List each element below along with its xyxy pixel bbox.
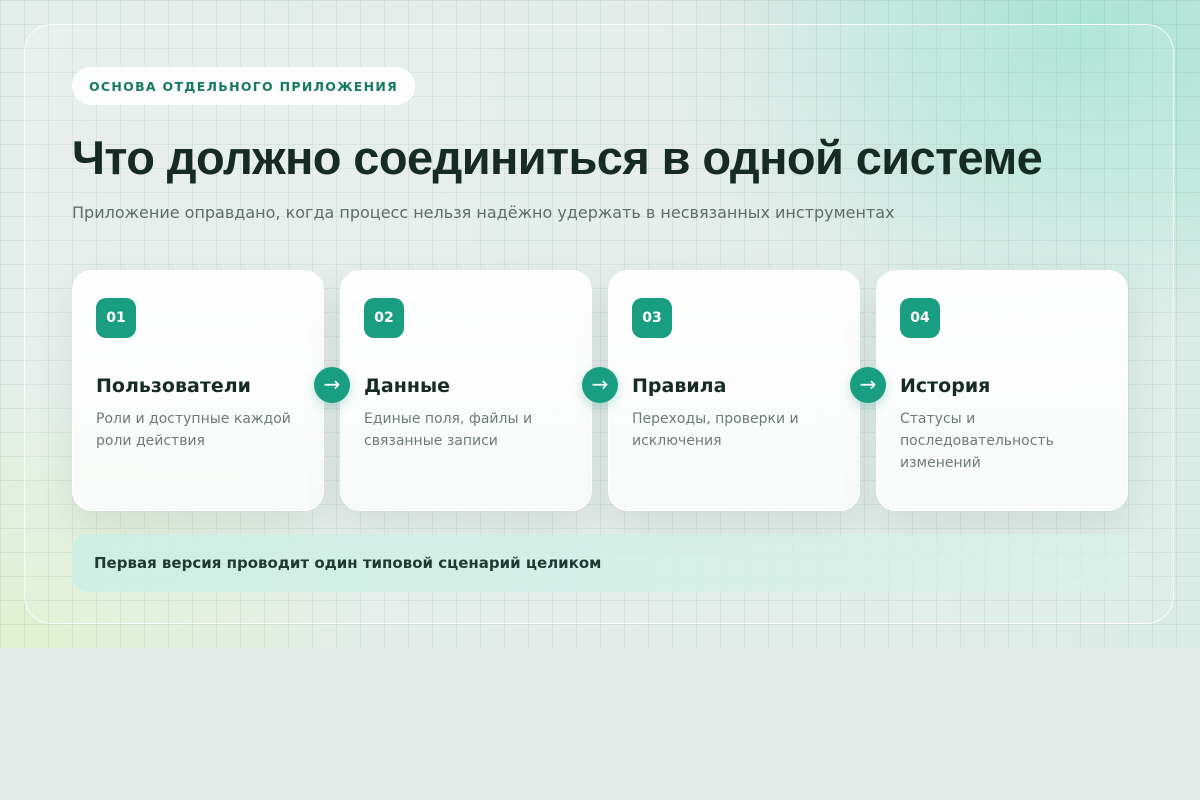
arrow-right-icon: → — [850, 367, 886, 403]
card-description: Переходы, проверки и исключения — [632, 411, 799, 449]
card-data: 02 Данные Единые поля, файлы и связанные… — [340, 270, 592, 511]
card-rules: 03 Правила Переходы, проверки и исключен… — [608, 270, 860, 511]
step-number-badge: 02 — [364, 298, 404, 338]
card-title: Данные — [364, 375, 451, 397]
arrow-right-icon: → — [314, 367, 350, 403]
card-title: Пользователи — [96, 375, 251, 397]
card-description: Роли и доступные каждой роли действия — [96, 411, 291, 449]
page-subtitle: Приложение оправдано, когда процесс нель… — [72, 203, 895, 222]
summary-note: Первая версия проводит один типовой сцен… — [72, 534, 1128, 592]
arrow-right-icon: → — [582, 367, 618, 403]
page-title: Что должно соединиться в одной системе — [72, 131, 1043, 184]
step-number-badge: 01 — [96, 298, 136, 338]
process-cards: 01 Пользователи Роли и доступные каждой … — [72, 270, 1128, 511]
card-history: 04 История Статусы и последовательность … — [876, 270, 1128, 511]
card-title: История — [900, 375, 991, 397]
hero-section: ОСНОВА ОТДЕЛЬНОГО ПРИЛОЖЕНИЯ Что должно … — [0, 0, 1200, 648]
card-title: Правила — [632, 375, 727, 397]
card-description: Единые поля, файлы и связанные записи — [364, 411, 533, 449]
step-number-badge: 03 — [632, 298, 672, 338]
section-badge: ОСНОВА ОТДЕЛЬНОГО ПРИЛОЖЕНИЯ — [72, 67, 416, 105]
card-description: Статусы и последовательность изменений — [900, 411, 1054, 471]
card-users: 01 Пользователи Роли и доступные каждой … — [72, 270, 324, 511]
step-number-badge: 04 — [900, 298, 940, 338]
